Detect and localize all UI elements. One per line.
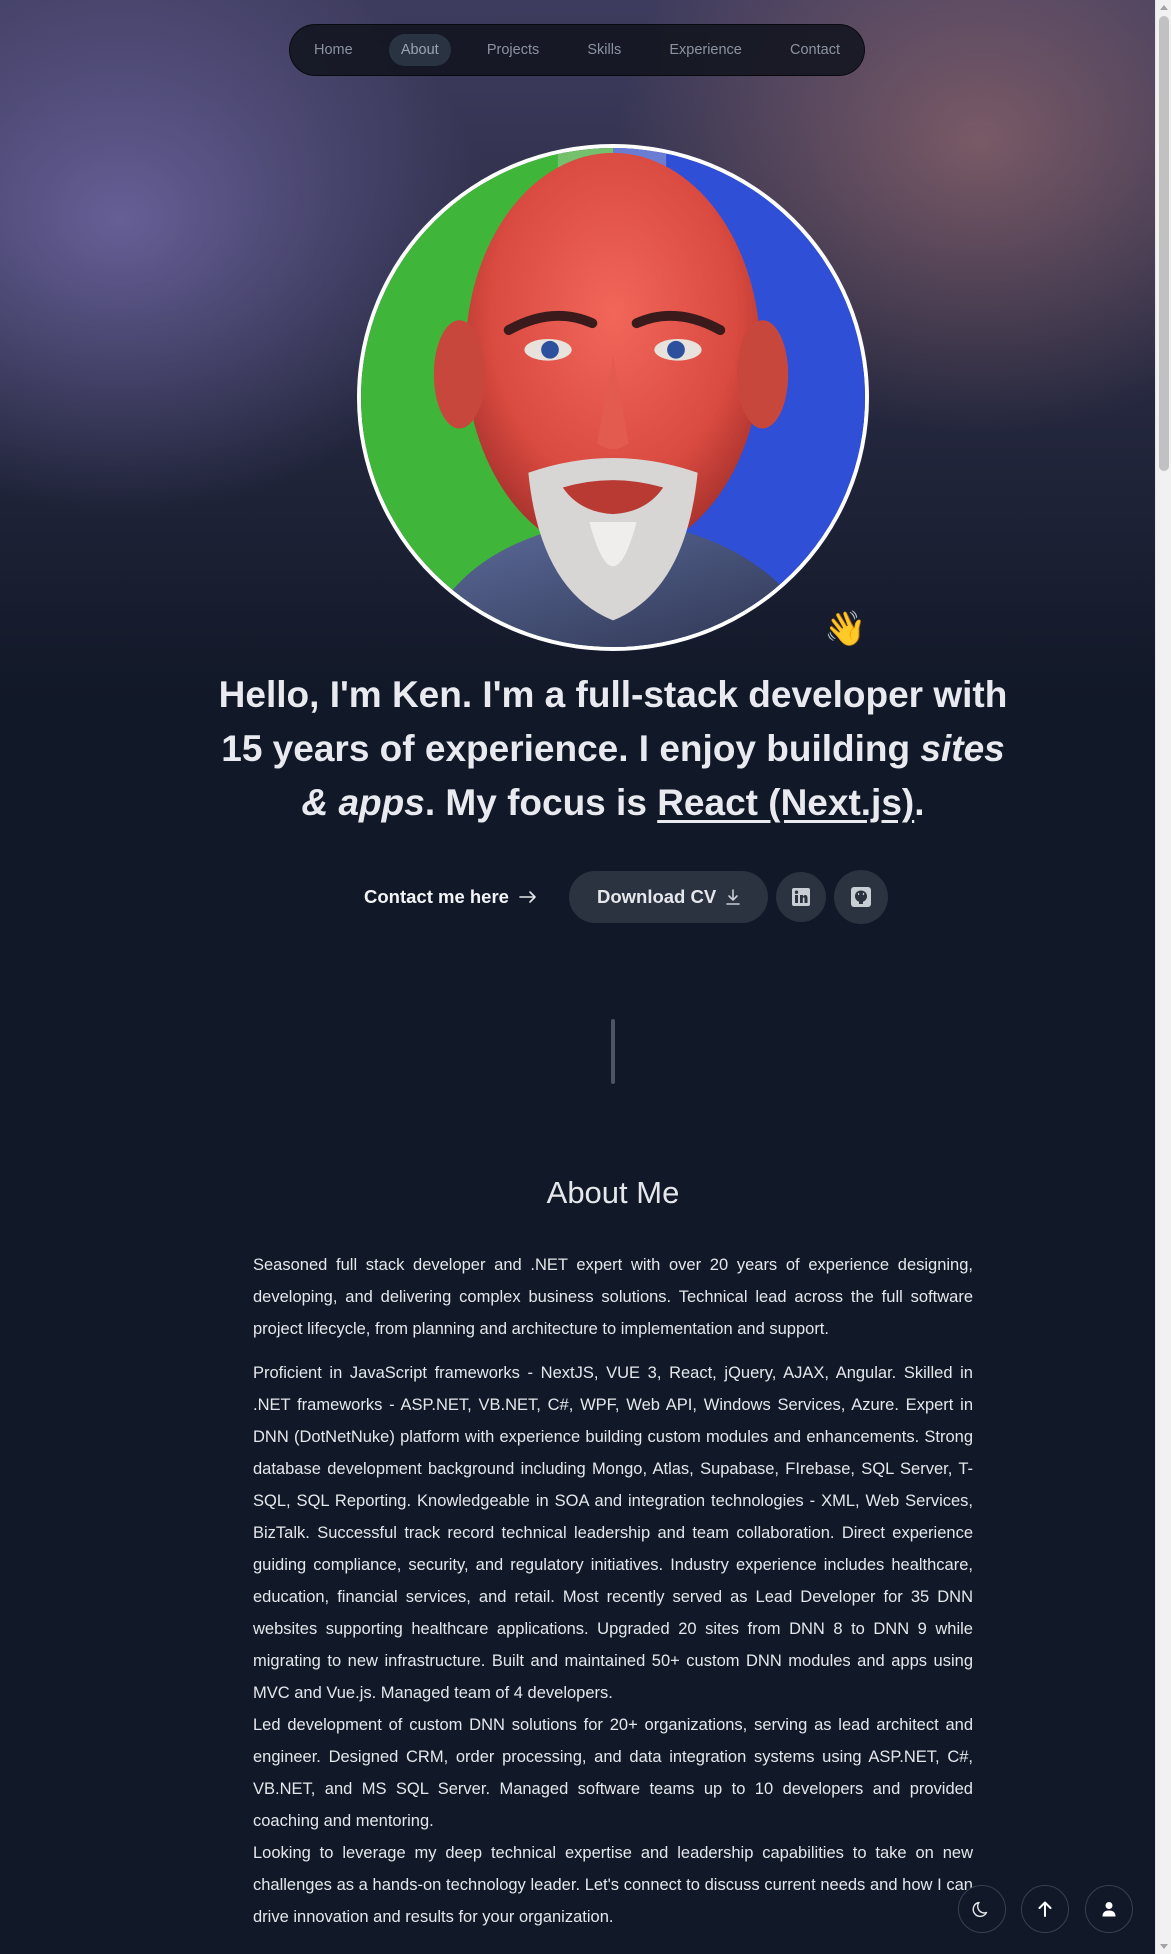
about-paragraph-1: Seasoned full stack developer and .NET e… bbox=[253, 1256, 973, 1338]
page-scrollbar[interactable] bbox=[1155, 0, 1171, 1954]
scroll-to-top-button[interactable] bbox=[1021, 1885, 1069, 1933]
about-paragraph-4: Looking to leverage my deep technical ex… bbox=[253, 1844, 973, 1926]
theme-toggle-button[interactable] bbox=[958, 1885, 1006, 1933]
intro-hello: Hello, I'm Ken. bbox=[218, 674, 473, 715]
nav-skills[interactable]: Skills bbox=[575, 34, 633, 66]
nav-contact[interactable]: Contact bbox=[778, 34, 852, 66]
linkedin-button[interactable] bbox=[776, 872, 827, 922]
intro-role: full-stack developer bbox=[575, 674, 924, 715]
about-paragraph-3: Led development of custom DNN solutions … bbox=[253, 1716, 973, 1830]
nav-about[interactable]: About bbox=[388, 34, 451, 66]
avatar-portrait-illustration bbox=[361, 148, 865, 647]
intro-focus: . My focus is bbox=[424, 782, 658, 823]
nav-home[interactable]: Home bbox=[302, 34, 365, 66]
user-profile-button[interactable] bbox=[1085, 1885, 1133, 1933]
arrow-up-icon bbox=[1038, 1901, 1052, 1917]
user-icon bbox=[1102, 1902, 1116, 1917]
intro-with: with bbox=[923, 674, 1008, 715]
github-icon bbox=[851, 887, 872, 907]
top-navigation: Home About Projects Skills Experience Co… bbox=[289, 24, 865, 76]
about-paragraph-2: Proficient in JavaScript frameworks - Ne… bbox=[253, 1364, 973, 1702]
about-body: Seasoned full stack developer and .NET e… bbox=[253, 1249, 973, 1933]
hero-intro-text: Hello, I'm Ken. I'm a full-stack develop… bbox=[210, 668, 1016, 830]
intro-of-experience: of experience. I enjoy building bbox=[369, 728, 921, 769]
intro-years: 15 years bbox=[221, 728, 370, 769]
waving-hand-emoji: 👋 bbox=[824, 610, 867, 648]
arrow-right-icon bbox=[519, 891, 536, 903]
scroll-down-arrow-icon[interactable] bbox=[1160, 1944, 1168, 1949]
download-cv-button[interactable]: Download CV bbox=[568, 871, 769, 923]
download-cv-label: Download CV bbox=[596, 886, 717, 907]
hero-actions: Contact me here Download CV bbox=[344, 870, 904, 924]
moon-icon bbox=[972, 1901, 988, 1918]
download-icon bbox=[726, 889, 741, 905]
about-title: About Me bbox=[546, 1175, 680, 1210]
intro-im-a: I'm a bbox=[472, 674, 576, 715]
nav-projects[interactable]: Projects bbox=[475, 34, 551, 66]
scroll-up-arrow-icon[interactable] bbox=[1160, 5, 1168, 10]
intro-end: . bbox=[914, 782, 925, 823]
scrollbar-thumb[interactable] bbox=[1159, 16, 1169, 471]
linkedin-icon bbox=[792, 888, 811, 906]
nav-experience[interactable]: Experience bbox=[657, 34, 754, 66]
intro-tech: React (Next.js) bbox=[657, 782, 915, 823]
contact-me-button[interactable]: Contact me here bbox=[344, 871, 557, 923]
section-divider bbox=[611, 1019, 615, 1084]
profile-avatar bbox=[357, 144, 869, 651]
github-button[interactable] bbox=[834, 870, 889, 924]
contact-me-label: Contact me here bbox=[364, 886, 509, 907]
